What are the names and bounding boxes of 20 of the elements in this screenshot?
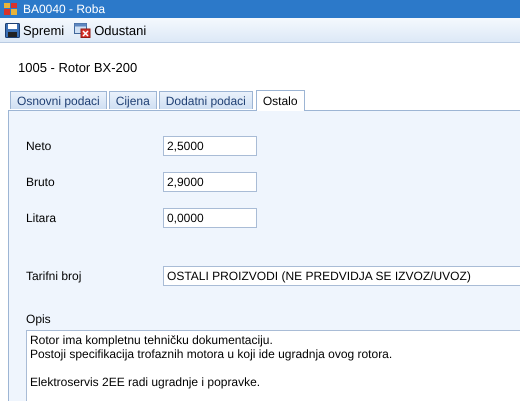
- tab[interactable]: Osnovni podaci: [10, 91, 107, 109]
- tab[interactable]: Cijena: [108, 91, 157, 109]
- cancel-button[interactable]: Odustani: [72, 19, 148, 41]
- field-label: Bruto: [26, 175, 56, 189]
- item-heading: 1005 - Rotor BX-200: [18, 60, 138, 75]
- window-title: BA0040 - Roba: [23, 2, 106, 16]
- input-field[interactable]: 0,0000: [163, 208, 257, 228]
- window-close-icon: [74, 22, 92, 38]
- field-label: Tarifni broj: [26, 269, 82, 283]
- tab[interactable]: Ostalo: [256, 90, 304, 111]
- input-field[interactable]: 2,9000: [163, 172, 257, 192]
- field-label: Neto: [26, 139, 52, 153]
- description-field[interactable]: Rotor ima kompletnu tehničku dokumentaciju. Postoji specifikacija trofaznih motora u koji ide ugradnja ovog rotora. Elektroservis 2EE radi ugradnje i popravke.: [26, 330, 520, 401]
- field-label: Litara: [26, 211, 58, 225]
- input-field[interactable]: OSTALI PROIZVODI (NE PREDVIDJA SE IZVOZ/UVOZ): [163, 266, 520, 286]
- input-field[interactable]: 2,5000: [163, 136, 257, 156]
- tab[interactable]: Dodatni podaci: [158, 91, 253, 109]
- save-button[interactable]: Spremi: [3, 19, 66, 41]
- field-label: Opis: [26, 312, 51, 326]
- app-icon: [4, 3, 17, 15]
